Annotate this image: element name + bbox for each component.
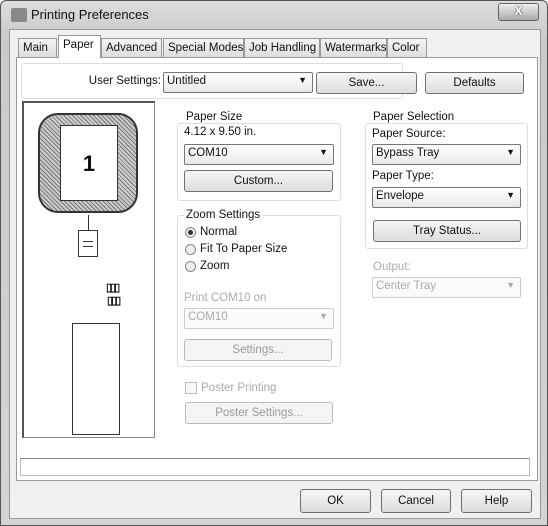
printer-icon <box>11 8 27 22</box>
document-icon <box>78 230 98 257</box>
chevron-down-icon: ▼ <box>319 147 328 157</box>
user-settings-value: Untitled <box>167 75 206 87</box>
printing-preferences-window: Printing Preferences X Main Paper Advanc… <box>0 0 548 526</box>
save-button[interactable]: Save... <box>316 72 417 94</box>
chevron-down-icon: ▼ <box>506 190 515 200</box>
fit-to-paper-size-label[interactable]: Fit To Paper Size <box>200 243 287 255</box>
connector-line <box>88 215 89 231</box>
paper-source-label: Paper Source: <box>372 128 446 140</box>
output-select[interactable]: Center Tray ▼ <box>372 277 521 298</box>
zoom-settings-legend: Zoom Settings <box>184 209 263 221</box>
window-title: Printing Preferences <box>31 7 149 22</box>
paper-size-legend: Paper Size <box>184 111 245 123</box>
cancel-button[interactable]: Cancel <box>381 489 451 513</box>
tab-special-modes[interactable]: Special Modes <box>163 38 244 58</box>
tab-paper[interactable]: Paper <box>58 35 101 58</box>
poster-printing-checkbox[interactable] <box>185 382 197 394</box>
tab-job-handling[interactable]: Job Handling <box>244 38 320 58</box>
normal-label[interactable]: Normal <box>200 226 237 238</box>
user-settings-select[interactable]: Untitled ▼ <box>163 72 313 93</box>
normal-radio[interactable] <box>185 227 196 238</box>
print-on-select[interactable]: COM10 ▼ <box>184 308 334 329</box>
print-on-value: COM10 <box>188 311 228 323</box>
poster-printing-label[interactable]: Poster Printing <box>201 382 276 394</box>
paper-size-value: COM10 <box>188 147 228 159</box>
paper-dimensions: 4.12 x 9.50 in. <box>184 126 257 138</box>
tab-main[interactable]: Main <box>18 38 57 58</box>
custom-button[interactable]: Custom... <box>184 170 333 192</box>
chevron-down-icon: ▼ <box>319 311 328 321</box>
output-value: Center Tray <box>376 280 437 292</box>
chevron-down-icon: ▼ <box>298 75 307 85</box>
preview-pane: 1 ▯▯▯ ▯▯▯ <box>22 101 155 438</box>
paper-source-value: Bypass Tray <box>376 147 440 159</box>
close-button[interactable]: X <box>498 3 539 21</box>
zoom-label[interactable]: Zoom <box>200 260 229 272</box>
output-label: Output: <box>373 261 411 273</box>
tray-status-button[interactable]: Tray Status... <box>373 220 521 242</box>
chevron-down-icon: ▼ <box>506 280 515 290</box>
paper-size-select[interactable]: COM10 ▼ <box>184 144 334 165</box>
ok-button[interactable]: OK <box>300 489 371 513</box>
tab-advanced[interactable]: Advanced <box>101 38 162 58</box>
help-button[interactable]: Help <box>461 489 532 513</box>
paper-source-select[interactable]: Bypass Tray ▼ <box>372 144 521 165</box>
status-bar <box>20 458 530 476</box>
zoom-radio[interactable] <box>185 261 196 272</box>
page-number: 1 <box>60 125 118 201</box>
page-preview-frame: 1 <box>38 113 138 213</box>
fit-to-paper-size-radio[interactable] <box>185 244 196 255</box>
chevron-down-icon: ▼ <box>506 147 515 157</box>
paper-type-value: Envelope <box>376 190 424 202</box>
tab-color[interactable]: Color <box>387 38 427 58</box>
defaults-button[interactable]: Defaults <box>425 72 524 94</box>
tab-watermarks[interactable]: Watermarks <box>320 38 387 58</box>
poster-settings-button[interactable]: Poster Settings... <box>185 402 333 424</box>
paper-selection-legend: Paper Selection <box>371 111 457 123</box>
paper-type-select[interactable]: Envelope ▼ <box>372 187 521 208</box>
printer-illustration <box>72 323 120 435</box>
zoom-settings-button[interactable]: Settings... <box>184 339 332 361</box>
paper-type-label: Paper Type: <box>372 170 434 182</box>
collated-copies-icon: ▯▯▯ ▯▯▯ <box>106 282 121 307</box>
user-settings-label: User Settings: <box>88 75 161 87</box>
print-on-label: Print COM10 on <box>184 292 267 304</box>
